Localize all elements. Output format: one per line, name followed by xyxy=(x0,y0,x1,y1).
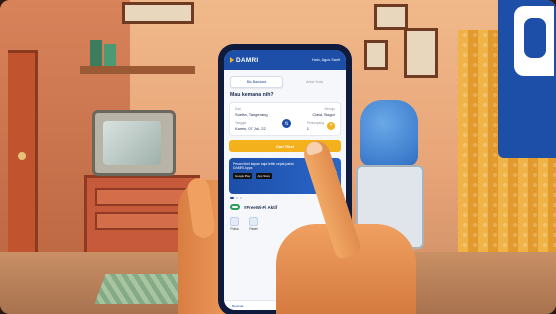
wifi-icon xyxy=(230,204,240,210)
certificate-frame xyxy=(364,40,388,70)
logo-arrow-icon xyxy=(230,57,234,63)
add-passenger-icon[interactable]: + xyxy=(327,122,335,130)
menu-item-pulsa[interactable]: Pulsa xyxy=(230,217,239,231)
nav-home[interactable]: Beranda xyxy=(232,304,243,308)
water-gallon xyxy=(360,100,418,166)
package-icon xyxy=(249,217,258,226)
user-greeting: Halo, Agus Santi xyxy=(311,58,340,62)
form-heading: Mau kemana nih? xyxy=(230,92,274,98)
tv-screen xyxy=(103,121,161,165)
door xyxy=(8,50,38,280)
brand-logo-icon xyxy=(514,6,554,76)
family-photo-frame xyxy=(404,28,438,78)
tab-antar-kota[interactable]: Antar Kota xyxy=(289,76,340,88)
brand-badge xyxy=(498,0,556,158)
passenger-field[interactable]: Penumpang 1 + xyxy=(307,121,335,131)
to-field[interactable]: Menuju Ciawi, Bogor xyxy=(312,107,335,117)
book xyxy=(90,40,102,66)
app-store-badge[interactable]: App Store xyxy=(255,172,272,179)
picture-frame xyxy=(122,2,194,24)
book xyxy=(104,44,116,66)
illustration-scene: DAMRI Halo, Agus Santi Bis Bandara Antar… xyxy=(0,0,556,314)
google-play-badge[interactable]: Google Play xyxy=(233,172,253,179)
booking-form: Dari Soetta, Tangerang Menuju Ciawi, Bog… xyxy=(229,102,341,136)
app-logo: DAMRI xyxy=(230,57,258,64)
swap-route-icon[interactable]: ⇅ xyxy=(282,119,291,128)
phone-credit-icon xyxy=(230,217,239,226)
app-header: DAMRI Halo, Agus Santi xyxy=(224,50,346,70)
television xyxy=(92,110,176,176)
from-field[interactable]: Dari Soetta, Tangerang xyxy=(235,107,268,117)
date-field[interactable]: Tanggal Kamis, 07 Jul. 22 xyxy=(235,121,266,131)
menu-item-paket[interactable]: Paket xyxy=(249,217,258,231)
door-knob xyxy=(18,152,26,160)
wall-shelf xyxy=(80,66,195,74)
service-tabs: Bis Bandara Antar Kota xyxy=(224,70,346,92)
tab-bis-bandara[interactable]: Bis Bandara xyxy=(230,76,283,88)
picture-frame xyxy=(374,4,408,30)
